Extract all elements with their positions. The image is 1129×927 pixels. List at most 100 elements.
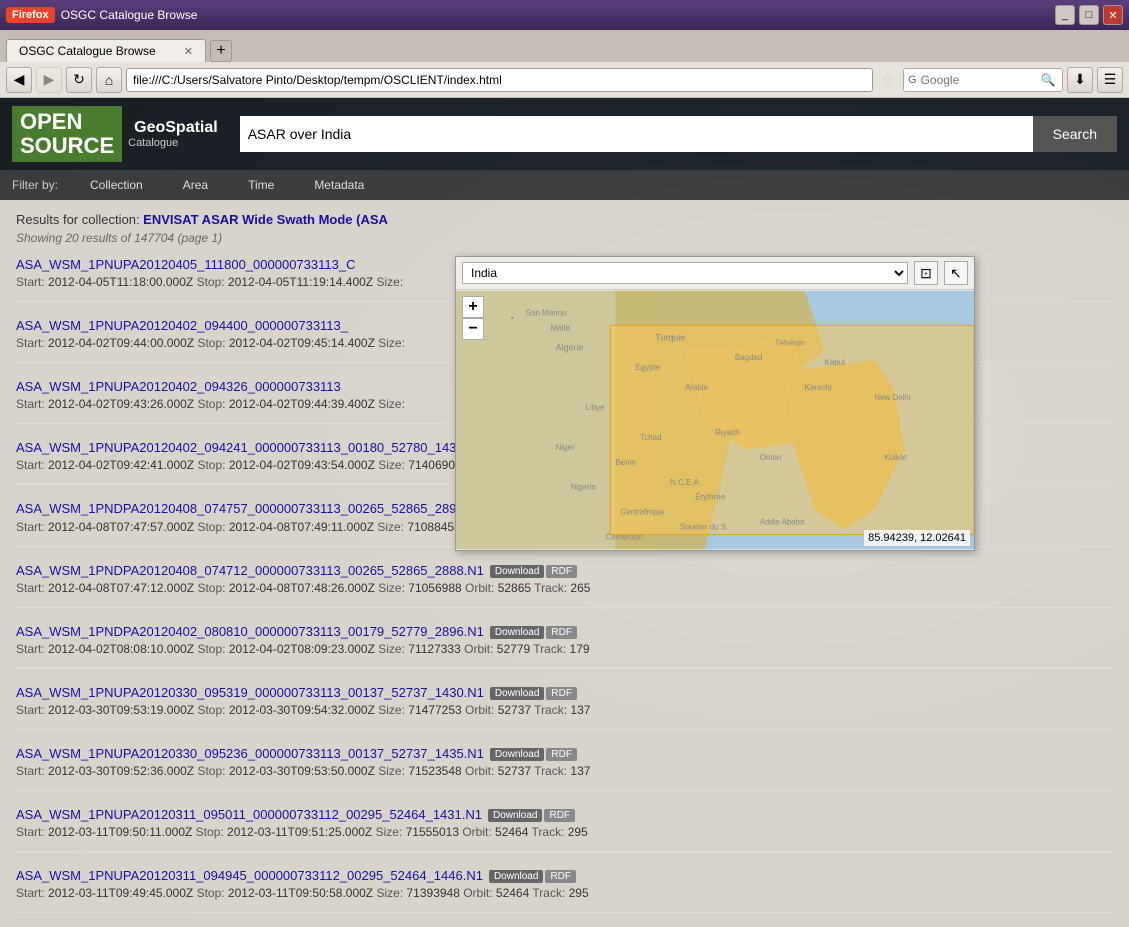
refresh-button[interactable]: ↻: [66, 67, 92, 93]
page-content: OPENSOURCE GeoSpatial Catalogue Search F…: [0, 98, 1129, 927]
download-button[interactable]: ⬇: [1067, 67, 1093, 93]
list-item: ASA_WSM_1PNDPA20120408_074712_0000007331…: [16, 563, 1113, 608]
minimize-button[interactable]: _: [1055, 5, 1075, 25]
browser-tab[interactable]: OSGC Catalogue Browse ✕: [6, 39, 206, 62]
zoom-out-button[interactable]: −: [462, 318, 484, 340]
svg-text:Malta: Malta: [551, 323, 571, 332]
svg-text:Bagdad: Bagdad: [735, 353, 762, 362]
tab-label: OSGC Catalogue Browse: [19, 44, 156, 58]
map-svg: Algérie Libye Niger Égypte Arabie Turqui…: [456, 290, 974, 550]
rdf-button[interactable]: RDF: [546, 687, 577, 700]
menu-button[interactable]: ☰: [1097, 67, 1123, 93]
tab-metadata[interactable]: Metadata: [294, 170, 384, 200]
home-button[interactable]: ⌂: [96, 67, 122, 93]
firefox-logo: Firefox: [6, 7, 55, 23]
svg-text:Nigeria: Nigeria: [571, 483, 597, 492]
result-link[interactable]: ASA_WSM_1PNUPA20120405_111800_0000007331…: [16, 257, 355, 272]
window-title: OSGC Catalogue Browse: [61, 8, 1055, 22]
title-bar: Firefox OSGC Catalogue Browse _ □ ✕: [0, 0, 1129, 30]
bookmark-icon[interactable]: ☆: [877, 70, 899, 90]
result-link[interactable]: ASA_WSM_1PNUPA20120402_094400_0000007331…: [16, 318, 348, 333]
tab-bar: OSGC Catalogue Browse ✕ +: [0, 30, 1129, 62]
svg-text:Égypte: Égypte: [635, 363, 660, 372]
logo: OPENSOURCE GeoSpatial Catalogue: [12, 106, 224, 162]
rdf-button[interactable]: RDF: [545, 870, 576, 883]
list-item: ASA_WSM_1PNUPA20120330_095319_0000007331…: [16, 685, 1113, 730]
result-link[interactable]: ASA_WSM_1PNUPA20120330_095319_0000007331…: [16, 685, 484, 700]
region-select[interactable]: India: [462, 262, 908, 284]
result-link[interactable]: ASA_WSM_1PNDPA20120408_074757_0000007331…: [16, 501, 484, 516]
map-zoom-controls: + −: [462, 296, 484, 340]
svg-text:Érythrée: Érythrée: [695, 493, 726, 502]
rdf-button[interactable]: RDF: [544, 809, 575, 822]
svg-text:Niger: Niger: [556, 443, 575, 452]
logo-open-text: OPENSOURCE: [12, 106, 122, 162]
result-meta: Start: 2012-04-08T07:47:12.000Z Stop: 20…: [16, 581, 1113, 595]
tab-area[interactable]: Area: [163, 170, 228, 200]
result-link[interactable]: ASA_WSM_1PNUPA20120330_095236_0000007331…: [16, 746, 484, 761]
search-button[interactable]: Search: [1033, 116, 1117, 152]
new-tab-button[interactable]: +: [210, 40, 232, 62]
forward-button[interactable]: ▶: [36, 67, 62, 93]
tab-close-icon[interactable]: ✕: [184, 45, 193, 58]
logo-catalogue: Catalogue: [128, 137, 224, 149]
map-toolbar: India ⊡ ↖: [456, 257, 974, 290]
map-pointer-icon[interactable]: ↖: [944, 261, 968, 285]
maximize-button[interactable]: □: [1079, 5, 1099, 25]
nav-bar: ◀ ▶ ↻ ⌂ ☆ G 🔍 ⬇ ☰: [0, 62, 1129, 98]
download-button[interactable]: Download: [490, 687, 544, 700]
svg-text:Téhéran: Téhéran: [775, 338, 805, 347]
list-item: ASA_WSM_1PNUPA20120311_095011_0000007331…: [16, 807, 1113, 852]
svg-text:Centrafrique: Centrafrique: [620, 508, 664, 517]
list-item: ASA_WSM_1PNDPA20120402_080810_0000007331…: [16, 624, 1113, 669]
window-controls: _ □ ✕: [1055, 5, 1123, 25]
google-search-input[interactable]: [921, 73, 1041, 87]
map-coordinates: 85.94239, 12.02641: [864, 530, 970, 546]
result-link[interactable]: ASA_WSM_1PNDPA20120408_074712_0000007331…: [16, 563, 484, 578]
result-link[interactable]: ASA_WSM_1PNUPA20120311_095011_0000007331…: [16, 807, 482, 822]
url-bar[interactable]: [126, 68, 873, 92]
zoom-in-button[interactable]: +: [462, 296, 484, 318]
results-count: Showing 20 results of 147704 (page 1): [16, 231, 1113, 245]
download-button[interactable]: Download: [488, 809, 542, 822]
svg-text:Karachi: Karachi: [805, 383, 832, 392]
search-form: Search: [240, 116, 1117, 152]
result-link[interactable]: ASA_WSM_1PNUPA20120311_094945_0000007331…: [16, 868, 483, 883]
result-link[interactable]: ASA_WSM_1PNDPA20120402_080810_0000007331…: [16, 624, 484, 639]
svg-text:Oman: Oman: [760, 453, 782, 462]
svg-text:N.C.E.A: N.C.E.A: [670, 478, 699, 487]
svg-text:Algérie: Algérie: [556, 342, 584, 352]
download-button[interactable]: Download: [490, 748, 544, 761]
download-button[interactable]: Download: [489, 870, 543, 883]
svg-text:Kolkat: Kolkat: [884, 453, 907, 462]
download-button[interactable]: Download: [490, 626, 544, 639]
tab-collection[interactable]: Collection: [70, 170, 163, 200]
svg-text:Turquie: Turquie: [655, 332, 685, 342]
search-icon[interactable]: 🔍: [1041, 73, 1056, 87]
browser-window: Firefox OSGC Catalogue Browse _ □ ✕ OSGC…: [0, 0, 1129, 98]
close-button[interactable]: ✕: [1103, 5, 1123, 25]
page-header: OPENSOURCE GeoSpatial Catalogue Search: [0, 98, 1129, 170]
map-expand-icon[interactable]: ⊡: [914, 261, 938, 285]
rdf-button[interactable]: RDF: [546, 626, 577, 639]
list-item: ASA_WSM_1PNUPA20120311_094945_0000007331…: [16, 868, 1113, 913]
result-link[interactable]: ASA_WSM_1PNUPA20120402_094241_0000007331…: [16, 440, 484, 455]
svg-text:Kabul: Kabul: [825, 358, 846, 367]
search-input[interactable]: [240, 116, 1033, 152]
rdf-button[interactable]: RDF: [546, 565, 577, 578]
svg-text:•: •: [511, 313, 514, 322]
download-button[interactable]: Download: [490, 565, 544, 578]
result-meta: Start: 2012-03-11T09:49:45.000Z Stop: 20…: [16, 886, 1113, 900]
svg-text:Arabie: Arabie: [685, 383, 709, 392]
google-search-box[interactable]: G 🔍: [903, 68, 1063, 92]
filter-bar: Filter by: Collection Area Time Metadata: [0, 170, 1129, 200]
svg-text:Benin: Benin: [615, 458, 635, 467]
collection-link[interactable]: ENVISAT ASAR Wide Swath Mode (ASA: [143, 212, 388, 227]
svg-text:Libye: Libye: [586, 403, 606, 412]
rdf-button[interactable]: RDF: [546, 748, 577, 761]
tab-time[interactable]: Time: [228, 170, 294, 200]
back-button[interactable]: ◀: [6, 67, 32, 93]
result-link[interactable]: ASA_WSM_1PNUPA20120402_094326_0000007331…: [16, 379, 341, 394]
list-item: ASA_WSM_1PNUPA20120330_095236_0000007331…: [16, 746, 1113, 791]
svg-text:San Marino: San Marino: [526, 308, 567, 317]
